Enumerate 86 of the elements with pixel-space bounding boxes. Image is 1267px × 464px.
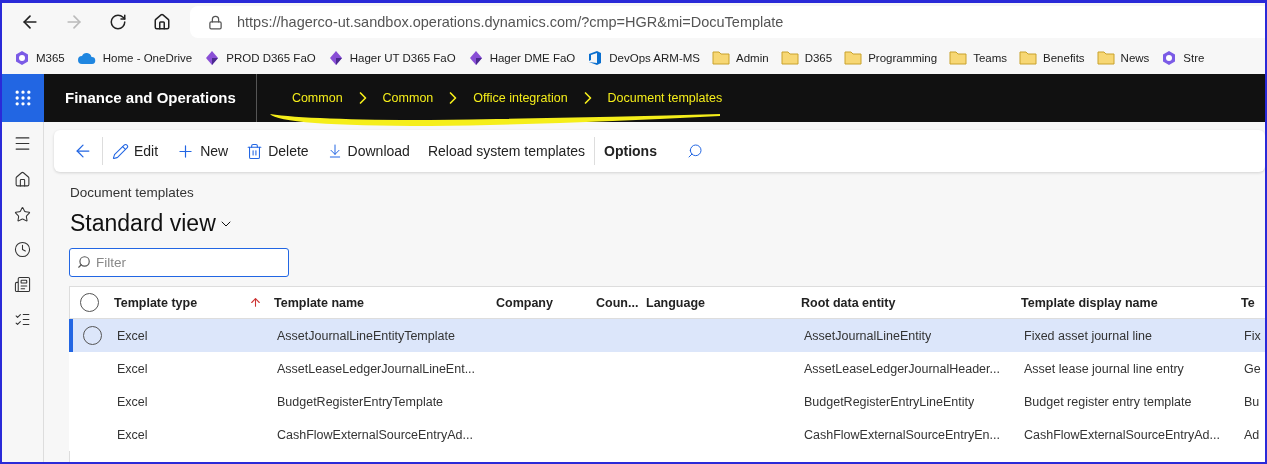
app-title: Finance and Operations [44,74,257,122]
bookmark[interactable]: Programming [838,50,944,65]
folder-icon [1019,50,1038,65]
filter-field[interactable]: Filter [69,248,289,277]
search-icon [686,143,703,159]
bookmark[interactable]: M365 [8,49,71,66]
diamond-icon [327,49,344,66]
column-header[interactable]: Template display name [1021,295,1158,310]
url-text: https://hagerco-ut.sandbox.operations.dynamics.com/?cmp=HGR&mi=DocuTemplate [237,14,784,30]
sort-arrow-icon [249,295,262,309]
table-cell-text: Excel [116,361,148,376]
bookmark[interactable]: News [1090,50,1156,65]
toolbar-button[interactable]: New [167,136,238,166]
table-cell-text: Excel [116,394,148,409]
clock-icon[interactable] [14,241,31,258]
table-cell-text: AssetJournalLineEntityTemplate [276,328,455,343]
table-row[interactable]: Excel AssetJournalLineEntityTemplate AssetJournalLineEntity Fixed asset journal line Fix [69,319,1265,352]
address-bar[interactable]: https://hagerco-ut.sandbox.operations.dynamics.com/?cmp=HGR&mi=DocuTemplate [190,6,1265,38]
lock-icon [208,14,223,30]
cloud-icon [76,50,97,65]
column-header[interactable]: Root data entity [801,295,896,310]
folder-icon [844,50,863,65]
bookmark[interactable]: DevOps ARM-MS [581,49,706,66]
bookmark[interactable]: PROD D365 FaO [198,49,322,66]
bookmark[interactable]: Benefits [1013,50,1091,65]
folder-icon [712,50,730,65]
bookmark[interactable]: Hager DME FaO [461,49,582,66]
menu-icon[interactable] [13,134,32,153]
table-cell-text: Excel [116,427,148,442]
star-icon[interactable] [14,206,31,223]
folder-icon [949,50,968,65]
column-header[interactable]: Template name [274,295,365,310]
table-cell-text: AssetJournalLineEntity [803,328,932,343]
column-header[interactable]: Coun... [596,295,639,310]
table-cell-text: Budget register entry template [1023,394,1192,409]
table-cell-text: CashFlowExternalSourceEntryAd... [276,427,473,442]
app-logo-icon [14,49,30,66]
table-cell-text: BudgetRegisterEntryTemplate [276,394,444,409]
table-cell-text: Ge [1243,361,1261,376]
bookmark[interactable]: Home - OneDrive [70,50,199,65]
toolbar-button[interactable]: Download [317,136,419,166]
table-cell-text: Fix [1243,328,1261,343]
column-header[interactable]: Template type [114,295,198,310]
devops-icon [587,49,604,66]
home-icon[interactable] [14,171,31,188]
list-icon[interactable] [14,311,31,328]
bookmark[interactable]: Stre [1155,49,1211,66]
table-cell-text: Asset lease journal line entry [1023,361,1184,376]
breadcrumb[interactable]: Common [291,91,343,105]
app-launcher[interactable] [2,74,44,122]
toolbar-button[interactable]: Options [595,136,666,166]
pencil-icon [112,142,129,160]
breadcrumb[interactable]: Common [382,91,434,105]
bookmark[interactable]: D365 [774,50,839,65]
table-cell-text: Excel [116,328,148,343]
toolbar-button[interactable]: Edit [103,136,168,166]
toolbar-button[interactable]: Reload system templates [418,136,595,166]
page-caption: Document templates [70,185,195,200]
table-cell-text: Bu [1243,394,1260,409]
reload-icon[interactable] [109,13,127,31]
diamond-icon [204,49,221,66]
column-header[interactable]: Language [646,295,706,310]
app-logo-icon [1161,49,1178,66]
column-header[interactable]: Te [1241,295,1255,310]
home-icon[interactable] [153,13,171,31]
table-cell-text: Ad [1243,427,1260,442]
table-cell-text: Fixed asset journal line [1023,328,1152,343]
table-cell-text: CashFlowExternalSourceEntryEn... [803,427,1000,442]
bookmark[interactable]: Teams [943,50,1014,65]
toolbar-button[interactable]: Delete [237,136,318,166]
search-icon [77,255,91,269]
trash-icon [246,142,264,160]
breadcrumb[interactable]: Office integration [473,91,568,105]
diamond-icon [467,49,484,66]
breadcrumb[interactable]: Document templates [607,91,723,105]
table-cell-text: BudgetRegisterEntryLineEntity [803,394,975,409]
folder-icon [780,50,799,65]
bookmark[interactable]: Hager UT D365 FaO [321,49,462,66]
column-header[interactable]: Company [496,295,553,310]
table-cell-text: AssetLeaseLedgerJournalHeader... [803,361,1000,376]
table-cell-text: CashFlowExternalSourceEntryAd... [1023,427,1220,442]
waffle-icon [13,88,33,108]
view-selector[interactable]: Standard view [64,206,240,241]
folder-icon [1096,50,1115,65]
bookmark[interactable]: Admin [706,50,775,65]
table-cell-text: AssetLeaseLedgerJournalLineEnt... [276,361,476,376]
